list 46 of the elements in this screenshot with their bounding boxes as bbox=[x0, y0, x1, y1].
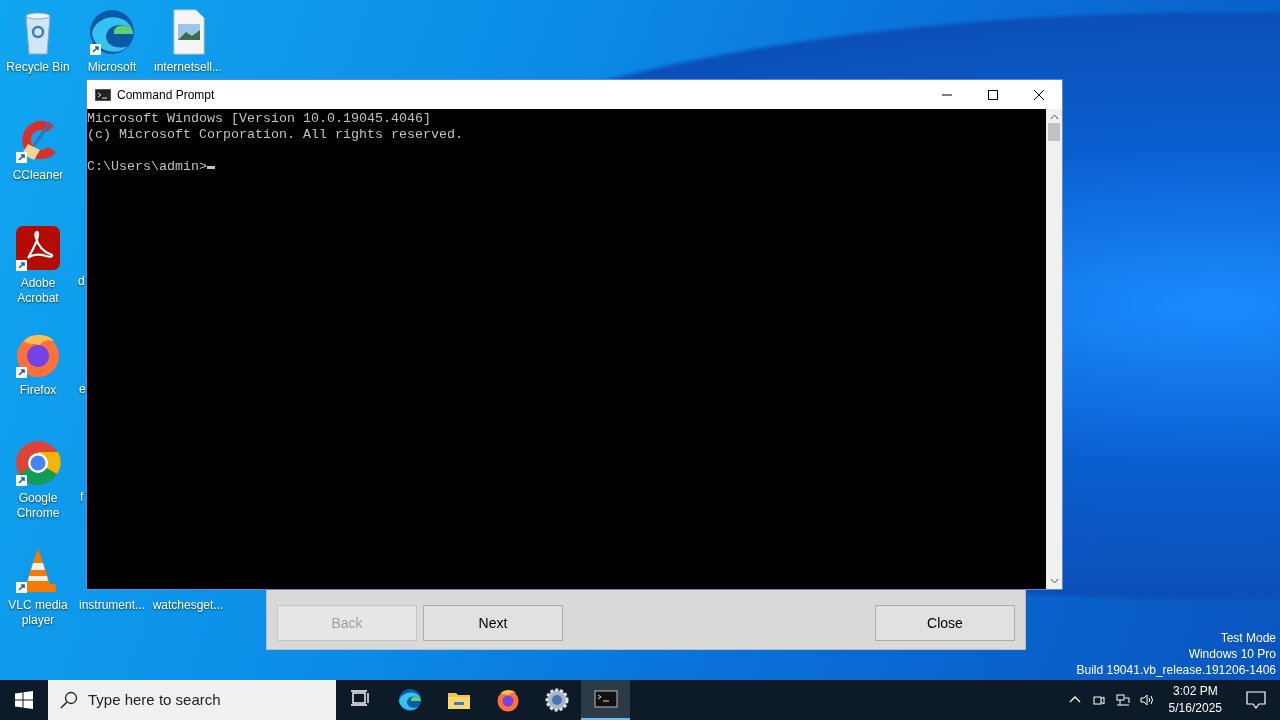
console-text: Microsoft Windows [Version 10.0.19045.4046] bbox=[87, 111, 431, 127]
text-cursor bbox=[207, 165, 215, 169]
scroll-up-icon[interactable] bbox=[1049, 114, 1059, 120]
speaker-icon[interactable] bbox=[1139, 693, 1154, 707]
icon-label: Recycle Bin bbox=[6, 60, 70, 75]
search-icon bbox=[60, 691, 78, 709]
icon-label: Adobe Acrobat bbox=[16, 276, 60, 306]
wizard-button[interactable]: Next bbox=[423, 605, 563, 641]
close-icon bbox=[1033, 88, 1045, 101]
icon-label: e bbox=[79, 382, 86, 397]
wizard-button[interactable]: Close bbox=[875, 605, 1015, 641]
windows-logo-icon bbox=[15, 691, 33, 709]
console-prompt: C:\Users\admin> bbox=[87, 159, 207, 175]
icon-label: d bbox=[78, 274, 85, 289]
icon-label: Microsoft bbox=[87, 60, 137, 75]
icon-label: VLC media player bbox=[7, 598, 69, 628]
icon-label: CCleaner bbox=[12, 168, 64, 183]
scroll-down-icon[interactable] bbox=[1049, 578, 1059, 584]
clock-date: 5/16/2025 bbox=[1168, 700, 1222, 717]
console-app-icon bbox=[593, 687, 618, 711]
watermark-text: Windows 10 Pro bbox=[1188, 646, 1276, 662]
chrome-icon[interactable] bbox=[14, 439, 62, 487]
edge-icon bbox=[397, 688, 422, 712]
window-title: Command Prompt bbox=[117, 86, 215, 104]
taskbar-button[interactable] bbox=[581, 680, 630, 720]
icon-label: Firefox bbox=[19, 383, 57, 398]
network-icon[interactable] bbox=[1115, 693, 1130, 707]
maximize-icon bbox=[987, 88, 999, 101]
icon-label: internetsell... bbox=[153, 60, 222, 75]
icon-label: watchesget... bbox=[152, 598, 224, 613]
console-text: (c) Microsoft Corporation. All rights reserved. bbox=[87, 127, 463, 143]
search-field[interactable]: Type here to search bbox=[48, 680, 336, 720]
notification-icon[interactable] bbox=[1246, 691, 1266, 709]
console-app-icon bbox=[95, 88, 111, 101]
edge-icon[interactable] bbox=[88, 8, 136, 56]
acrobat-icon[interactable] bbox=[14, 224, 62, 272]
scroll-thumb[interactable] bbox=[1048, 123, 1060, 141]
icon-label: instrument... bbox=[79, 598, 145, 613]
camera-icon[interactable] bbox=[1091, 693, 1106, 707]
icon-label: f bbox=[80, 490, 84, 505]
gear-icon bbox=[544, 688, 569, 712]
watermark-text: Test Mode bbox=[1220, 630, 1276, 646]
clock-time: 3:02 PM bbox=[1171, 683, 1219, 700]
firefox-icon bbox=[495, 688, 520, 712]
watermark-text: Build 19041.vb_release.191206-1406 bbox=[1076, 662, 1276, 678]
icon-label: Google Chrome bbox=[15, 491, 61, 521]
